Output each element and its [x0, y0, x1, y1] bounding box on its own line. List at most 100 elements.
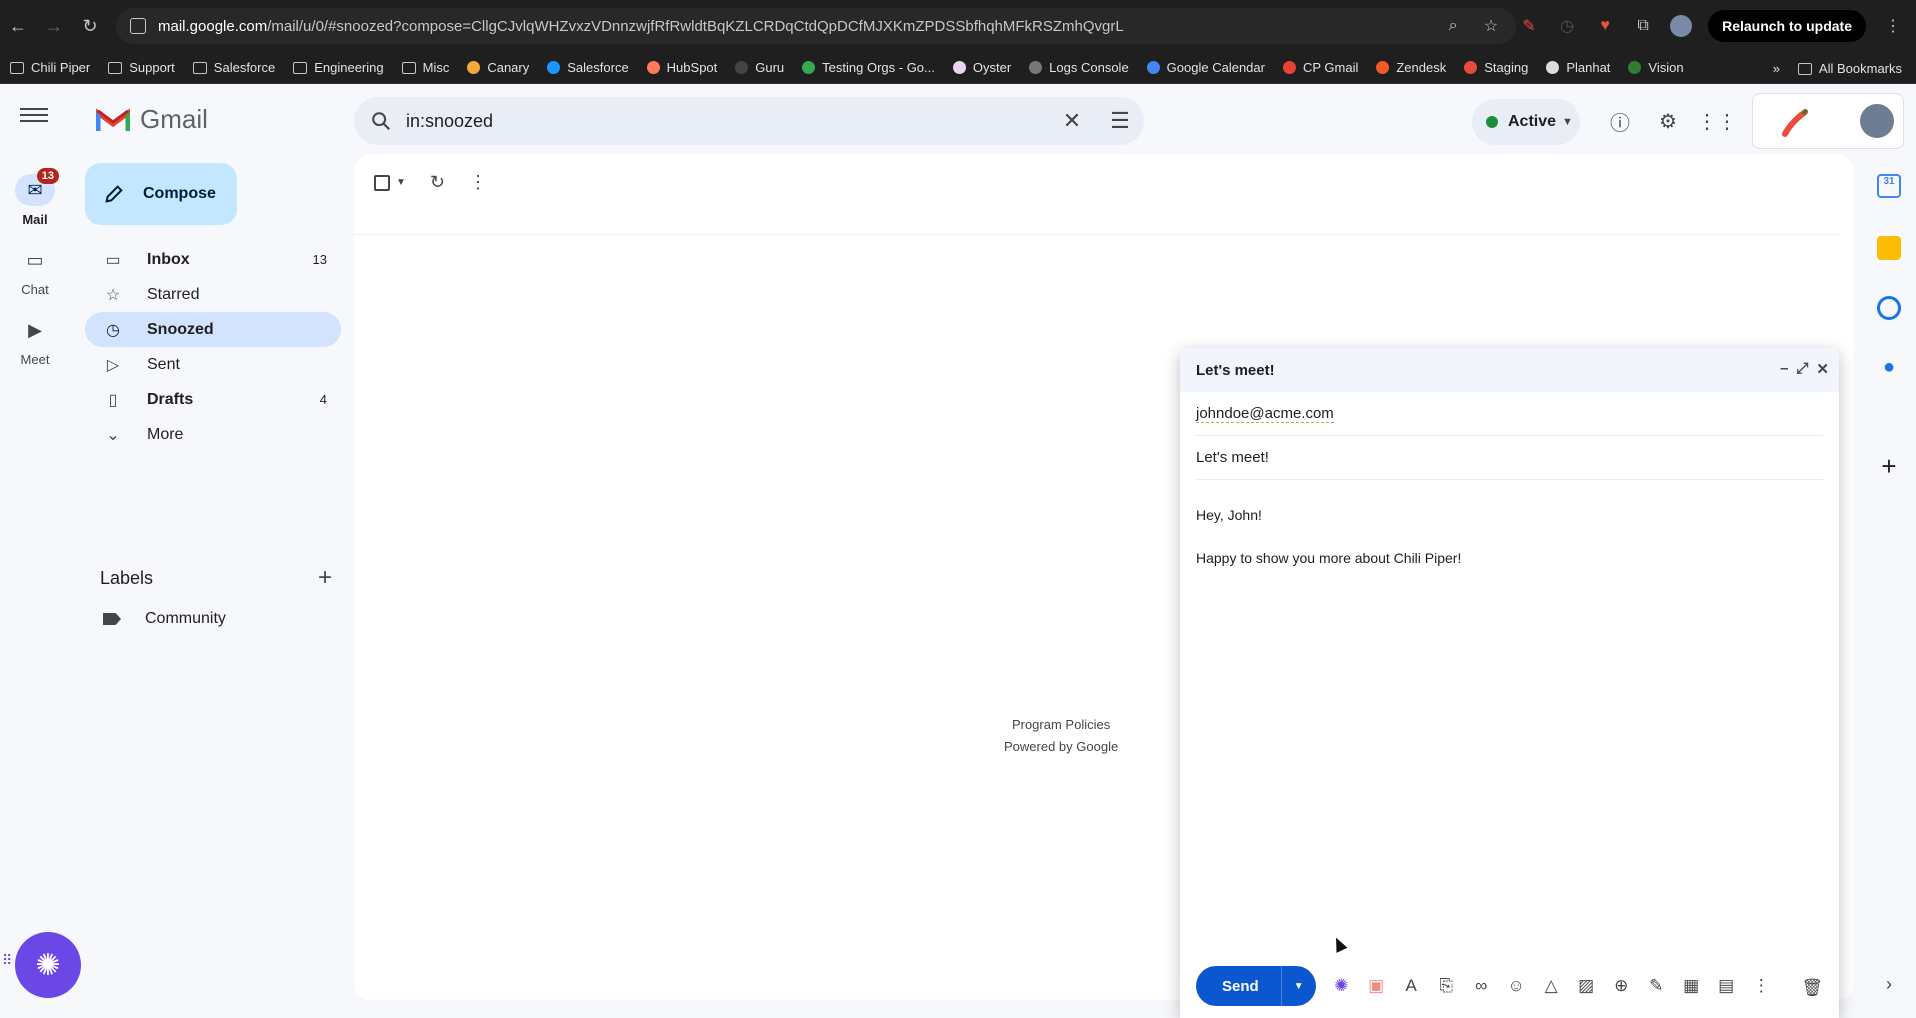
bookmark-item[interactable]: Google Calendar — [1146, 60, 1265, 75]
signature-icon[interactable]: ✎ — [1639, 976, 1674, 996]
image-icon[interactable]: ▨ — [1569, 976, 1604, 996]
browser-profile-avatar[interactable] — [1670, 15, 1693, 37]
bookmark-item[interactable]: Canary — [467, 60, 529, 75]
keep-icon[interactable] — [1877, 236, 1901, 260]
settings-gear-icon[interactable]: ⚙ — [1650, 103, 1686, 139]
apps-grid-icon[interactable]: ⋮⋮ — [1697, 103, 1737, 139]
zoom-icon[interactable]: ⌕ — [1442, 17, 1464, 35]
bookmark-item[interactable]: Planhat — [1546, 60, 1610, 75]
add-addon-icon[interactable]: + — [1877, 453, 1901, 479]
site-info-icon[interactable] — [130, 18, 146, 34]
close-icon[interactable]: ✕ — [1816, 360, 1829, 378]
nav-item-snoozed[interactable]: ◷ Snoozed — [85, 312, 341, 347]
select-all-checkbox[interactable] — [374, 174, 390, 191]
drive-icon[interactable]: △ — [1534, 976, 1569, 996]
send-button[interactable]: Send — [1196, 966, 1282, 1006]
search-icon[interactable] — [370, 110, 392, 132]
main-menu-icon[interactable] — [20, 104, 48, 126]
layouts-icon[interactable]: ▦ — [1674, 976, 1709, 996]
bookmark-item[interactable]: Guru — [735, 60, 784, 75]
chili-extension-icon[interactable]: ✎ — [1518, 16, 1540, 36]
relaunch-button[interactable]: Relaunch to update — [1708, 10, 1866, 42]
bookmark-label: Canary — [487, 60, 530, 75]
more-options-icon[interactable]: ⋮ — [1744, 976, 1779, 996]
bookmark-star-icon[interactable]: ☆ — [1480, 16, 1502, 36]
to-field[interactable]: johndoe@acme.com — [1196, 392, 1823, 436]
recipient-chip[interactable]: johndoe@acme.com — [1196, 405, 1334, 423]
bookmark-item[interactable]: Logs Console — [1029, 60, 1129, 75]
gmail-logo[interactable]: Gmail — [96, 104, 208, 135]
calendar-icon[interactable]: 31 — [1877, 174, 1901, 198]
refresh-icon[interactable]: ↻ — [430, 172, 445, 193]
emoji-icon[interactable]: ☺ — [1499, 976, 1534, 996]
nav-item-more[interactable]: ⌄ More — [85, 417, 341, 452]
back-icon[interactable]: ← — [0, 8, 36, 44]
bookmark-item[interactable]: Engineering — [293, 60, 384, 75]
bookmark-item[interactable]: Zendesk — [1376, 60, 1446, 75]
add-label-icon[interactable]: + — [318, 564, 332, 592]
bookmark-item[interactable]: HubSpot — [646, 60, 717, 75]
formatting-icon[interactable]: A — [1394, 976, 1429, 996]
chili-piper-fab[interactable]: ✺ — [15, 932, 81, 998]
status-selector[interactable]: Active ▼ — [1472, 99, 1580, 145]
minimize-icon[interactable]: – — [1780, 360, 1788, 378]
label-community[interactable]: Community — [103, 610, 226, 628]
browser-menu-icon[interactable]: ⋮ — [1882, 16, 1904, 36]
message-body[interactable]: Hey, John! Happy to show you more about … — [1196, 494, 1823, 580]
nav-item-starred[interactable]: ☆ Starred — [85, 277, 341, 312]
bookmark-item[interactable]: Support — [108, 60, 175, 75]
discard-trash-icon[interactable]: 🗑 — [1801, 978, 1823, 998]
compose-title: Let's meet! — [1196, 361, 1275, 379]
search-input[interactable]: in:snoozed — [406, 111, 1048, 132]
timer-extension-icon[interactable]: ◷ — [1556, 16, 1578, 36]
link-icon[interactable]: ∞ — [1464, 976, 1499, 996]
forward-icon[interactable]: → — [36, 8, 72, 44]
compose-label: Compose — [143, 185, 216, 202]
bookmark-item[interactable]: CP Gmail — [1282, 60, 1358, 75]
rail-meet[interactable]: ▶ Meet — [0, 314, 70, 368]
drag-handle-icon[interactable]: ⠿ — [2, 953, 12, 967]
bookmark-item[interactable]: Oyster — [952, 60, 1011, 75]
search-bar[interactable]: in:snoozed ✕ ☰ — [354, 97, 1144, 145]
search-options-icon[interactable]: ☰ — [1096, 108, 1144, 134]
compose-header[interactable]: Let's meet! – ⤢ ✕ — [1180, 348, 1839, 392]
nav-item-sent[interactable]: ▷ Sent — [85, 347, 341, 382]
bookmark-item[interactable]: Staging — [1464, 60, 1528, 75]
contacts-icon[interactable]: ● — [1877, 356, 1901, 380]
help-icon[interactable]: ⓘ — [1602, 103, 1638, 139]
bookmark-label: Chili Piper — [31, 60, 91, 75]
bookmark-item[interactable]: Testing Orgs - Go... — [802, 60, 935, 75]
address-bar[interactable]: mail.google.com/mail/u/0/#snoozed?compos… — [116, 8, 1516, 44]
compose-button[interactable]: Compose — [85, 163, 237, 225]
rail-chat[interactable]: ▭ Chat — [0, 244, 70, 298]
tasks-icon[interactable] — [1877, 296, 1901, 320]
nav-item-inbox[interactable]: ▭ Inbox 13 — [85, 242, 341, 277]
extensions-icon[interactable]: ⧉ — [1632, 17, 1654, 35]
bookmark-item[interactable]: Vision — [1628, 60, 1684, 75]
program-policies-link[interactable]: Program Policies — [1004, 714, 1118, 736]
bookmark-item[interactable]: Salesforce — [192, 60, 275, 75]
chili-piper-icon[interactable]: ✺ — [1324, 976, 1359, 996]
heart-extension-icon[interactable]: ♥ — [1594, 17, 1616, 35]
scheduler-icon[interactable]: ▣ — [1359, 976, 1394, 996]
fullscreen-icon[interactable]: ⤢ — [1796, 360, 1808, 378]
bookmarks-overflow-icon[interactable]: » — [1773, 61, 1780, 76]
more-options-icon[interactable]: ⋮ — [469, 172, 487, 193]
url-path: /mail/u/0/#snoozed?compose=CllgCJvlqWHZv… — [267, 17, 1124, 35]
clear-search-icon[interactable]: ✕ — [1048, 108, 1096, 134]
bookmark-item[interactable]: Chili Piper — [10, 60, 90, 75]
rail-mail[interactable]: ✉ 13 Mail — [0, 168, 70, 227]
expand-panel-icon[interactable]: › — [1877, 974, 1901, 998]
subject-field[interactable]: Let's meet! — [1196, 436, 1823, 480]
select-dropdown-icon[interactable]: ▼ — [396, 177, 406, 188]
nav-count: 13 — [312, 252, 327, 267]
bookmark-item[interactable]: Salesforce — [547, 60, 629, 75]
all-bookmarks-button[interactable]: All Bookmarks — [1797, 61, 1902, 76]
bookmark-item[interactable]: Misc — [401, 60, 449, 75]
reload-icon[interactable]: ↻ — [72, 8, 108, 44]
confidential-lock-icon[interactable]: ⊕ — [1604, 976, 1639, 996]
schedule-send-icon[interactable]: ▤ — [1709, 976, 1744, 996]
attach-icon[interactable]: ⎘ — [1429, 976, 1464, 996]
nav-item-drafts[interactable]: ▯ Drafts 4 — [85, 382, 341, 417]
send-options-icon[interactable]: ▼ — [1282, 981, 1316, 992]
